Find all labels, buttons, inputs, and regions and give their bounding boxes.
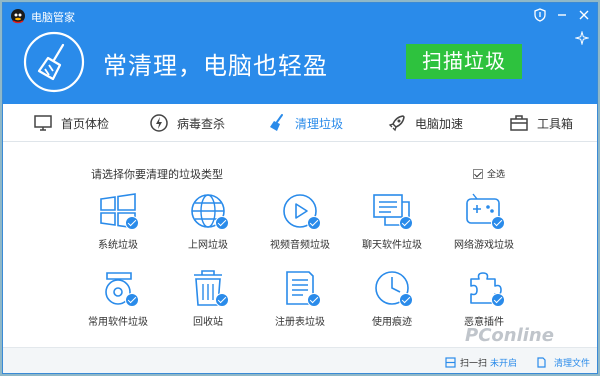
item-label: 使用痕迹 xyxy=(372,317,412,328)
tab-label: 电脑加速 xyxy=(415,116,464,131)
lightning-shield-icon xyxy=(150,114,168,132)
scan-junk-button[interactable]: 扫描垃圾 xyxy=(406,44,522,79)
item-label: 视频音频垃圾 xyxy=(270,240,330,251)
broom-icon xyxy=(270,114,283,131)
junk-item-online-game[interactable]: 网络游戏垃圾 xyxy=(443,192,523,252)
item-label: 注册表垃圾 xyxy=(275,317,325,328)
close-icon[interactable] xyxy=(577,8,591,22)
tab-label: 病毒查杀 xyxy=(177,116,226,131)
junk-item-video-audio[interactable]: 视频音频垃圾 xyxy=(259,192,339,252)
junk-item-malicious-plugin[interactable]: 恶意插件 xyxy=(443,269,523,329)
tab-home-checkup[interactable]: 首页体检 xyxy=(33,104,109,142)
app-window: 电脑管家 常清理，电脑也轻盈 扫描垃圾 首页体检 病毒查杀 清理垃圾 电脑加速 … xyxy=(2,2,598,374)
monitor-icon xyxy=(34,115,52,131)
toolbox-icon xyxy=(510,115,528,131)
item-label: 聊天软件垃圾 xyxy=(362,240,422,251)
minimize-icon[interactable] xyxy=(555,8,569,22)
file-icon xyxy=(537,357,546,368)
checked-badge-icon xyxy=(215,216,229,230)
checked-badge-icon xyxy=(125,293,139,307)
tab-label: 首页体检 xyxy=(61,116,110,131)
junk-item-common-software[interactable]: 常用软件垃圾 xyxy=(77,269,157,329)
tab-toolbox[interactable]: 工具箱 xyxy=(509,104,573,142)
app-title: 电脑管家 xyxy=(31,11,75,24)
scan-status-link[interactable]: 未开启 xyxy=(490,356,517,369)
checked-badge-icon xyxy=(125,216,139,230)
status-footer: 扫一扫 未开启 清理文件 xyxy=(3,347,597,373)
junk-item-recycle-bin[interactable]: 回收站 xyxy=(167,269,247,329)
rocket-icon xyxy=(388,115,405,132)
scan-qr-toggle[interactable]: 扫一扫 未开启 xyxy=(445,356,517,369)
checked-badge-icon xyxy=(491,293,505,307)
tab-clean-junk[interactable]: 清理垃圾 xyxy=(267,104,343,142)
checked-badge-icon xyxy=(215,293,229,307)
junk-item-chat[interactable]: 聊天软件垃圾 xyxy=(351,192,431,252)
tab-speed-up[interactable]: 电脑加速 xyxy=(387,104,463,142)
broom-banner-icon xyxy=(23,31,85,93)
app-logo-icon xyxy=(11,9,25,24)
junk-item-usage-traces[interactable]: 使用痕迹 xyxy=(351,269,431,329)
checked-badge-icon xyxy=(307,216,321,230)
tab-label: 清理垃圾 xyxy=(295,116,344,131)
item-label: 系统垃圾 xyxy=(98,240,138,251)
clean-file-button[interactable]: 清理文件 xyxy=(536,356,590,369)
junk-item-system[interactable]: 系统垃圾 xyxy=(77,192,157,252)
checked-badge-icon xyxy=(399,216,413,230)
item-label: 上网垃圾 xyxy=(188,240,228,251)
title-bar: 电脑管家 xyxy=(3,3,597,29)
checked-badge-icon xyxy=(399,293,413,307)
checked-badge-icon xyxy=(491,216,505,230)
junk-item-internet[interactable]: 上网垃圾 xyxy=(167,192,247,252)
scan-label: 扫一扫 xyxy=(460,359,488,369)
tab-label: 工具箱 xyxy=(537,116,574,131)
banner-slogan: 常清理，电脑也轻盈 xyxy=(103,52,328,80)
clean-file-label: 清理文件 xyxy=(554,359,591,369)
item-label: 网络游戏垃圾 xyxy=(454,240,514,251)
watermark: PConline xyxy=(465,325,554,346)
tab-virus-scan[interactable]: 病毒查杀 xyxy=(149,104,225,142)
header-banner: 电脑管家 常清理，电脑也轻盈 扫描垃圾 xyxy=(3,3,597,104)
shield-settings-icon[interactable] xyxy=(533,8,547,22)
item-label: 常用软件垃圾 xyxy=(88,317,148,328)
main-tab-bar: 首页体检 病毒查杀 清理垃圾 电脑加速 工具箱 xyxy=(3,104,597,142)
section-title: 请选择你要清理的垃圾类型 xyxy=(91,168,223,181)
sparkle-icon[interactable] xyxy=(575,31,589,45)
qr-scan-icon xyxy=(445,357,456,368)
select-all-checkbox[interactable]: 全选 xyxy=(473,167,505,180)
checked-badge-icon xyxy=(307,293,321,307)
checkbox-checked-icon xyxy=(473,168,483,179)
select-all-label: 全选 xyxy=(487,170,506,180)
item-label: 回收站 xyxy=(193,317,223,328)
junk-item-registry[interactable]: 注册表垃圾 xyxy=(259,269,339,329)
